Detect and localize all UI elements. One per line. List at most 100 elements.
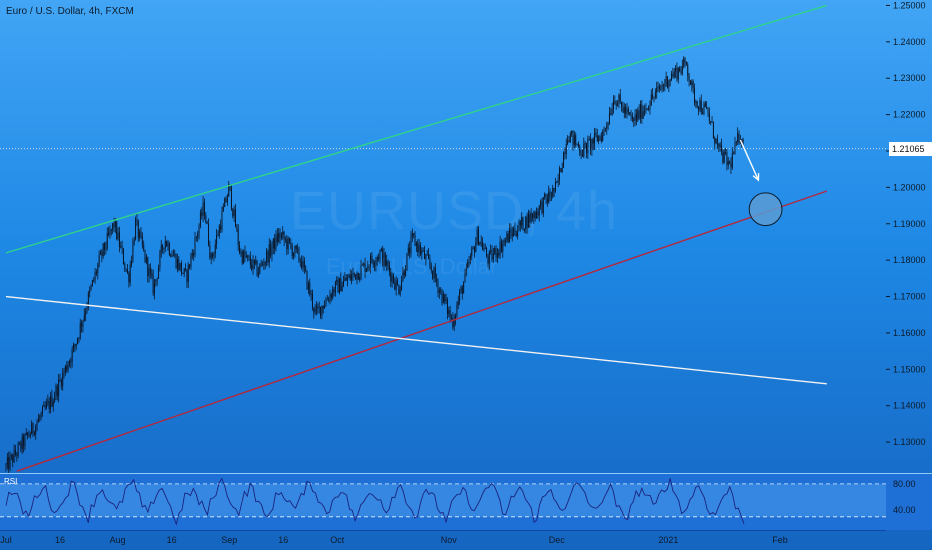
candle-body bbox=[52, 401, 54, 407]
candle-body bbox=[608, 113, 610, 123]
candle-body bbox=[664, 84, 666, 87]
candle-body bbox=[295, 245, 297, 249]
candle-body bbox=[143, 245, 145, 250]
candle-body bbox=[696, 101, 698, 107]
candle-body bbox=[498, 252, 500, 256]
candle-body bbox=[395, 280, 397, 290]
candle-body bbox=[640, 104, 641, 119]
candle-body bbox=[453, 320, 455, 328]
candle-body bbox=[338, 278, 340, 293]
candle-body bbox=[178, 259, 180, 270]
candle-body bbox=[260, 263, 262, 265]
candle-body bbox=[730, 162, 732, 168]
candle-body bbox=[494, 248, 496, 254]
candle-body bbox=[247, 255, 249, 258]
candle-body bbox=[322, 305, 324, 309]
candle-body bbox=[306, 270, 308, 290]
candle-body bbox=[623, 107, 625, 113]
candle-body bbox=[124, 264, 126, 269]
candle-body bbox=[559, 168, 560, 180]
candle-body bbox=[437, 282, 439, 293]
candle-body bbox=[272, 238, 274, 248]
candle-body bbox=[645, 108, 647, 111]
candle-body bbox=[479, 242, 481, 245]
candle-body bbox=[240, 251, 242, 254]
candle-body bbox=[677, 67, 679, 80]
candle-body bbox=[50, 395, 52, 409]
candle-body bbox=[581, 154, 583, 157]
candle-body bbox=[711, 122, 713, 123]
candle-body bbox=[37, 418, 39, 423]
candle-body bbox=[110, 229, 112, 231]
candle-body bbox=[599, 136, 601, 138]
candle-body bbox=[100, 251, 101, 255]
candle-body bbox=[715, 138, 717, 144]
candle-body bbox=[676, 67, 678, 80]
candle-body bbox=[333, 288, 335, 293]
candle-body bbox=[170, 254, 172, 257]
candle-body bbox=[634, 114, 636, 121]
candle-body bbox=[602, 132, 604, 142]
candle-body bbox=[325, 299, 327, 306]
x-tick-label: 16 bbox=[55, 535, 65, 545]
candle-body bbox=[39, 417, 41, 419]
candle-body bbox=[66, 365, 68, 371]
candle-body bbox=[700, 100, 702, 113]
candle-body bbox=[44, 405, 46, 408]
candle-body bbox=[298, 248, 300, 261]
candle-body bbox=[638, 110, 640, 119]
candle-body bbox=[14, 449, 16, 455]
candle-body bbox=[633, 118, 635, 121]
candle-body bbox=[561, 167, 563, 173]
candle-body bbox=[596, 135, 598, 142]
candle-body bbox=[310, 293, 312, 295]
candle-body bbox=[473, 247, 475, 253]
candle-body bbox=[78, 337, 80, 339]
candle-body bbox=[225, 198, 227, 203]
candle-body bbox=[607, 122, 609, 126]
candle-body bbox=[159, 252, 161, 268]
candle-body bbox=[679, 67, 681, 71]
candle-body bbox=[9, 456, 11, 470]
candle-body bbox=[583, 143, 585, 157]
candle-body bbox=[681, 65, 683, 74]
candle-body bbox=[41, 406, 43, 414]
candle-body bbox=[742, 138, 744, 143]
candle-body bbox=[23, 436, 25, 447]
candle-body bbox=[603, 129, 605, 133]
y-tick-label: 1.24000 bbox=[893, 37, 926, 47]
candle-body bbox=[35, 425, 37, 435]
candle-body bbox=[301, 261, 303, 269]
candle-body bbox=[321, 305, 323, 316]
candle-body bbox=[577, 143, 579, 147]
candle-body bbox=[313, 307, 315, 313]
candle-body bbox=[588, 139, 590, 140]
candle-body bbox=[571, 130, 573, 134]
candle-body bbox=[209, 245, 211, 258]
candle-body bbox=[592, 138, 594, 144]
candle-body bbox=[104, 243, 106, 250]
candle-body bbox=[217, 235, 219, 236]
y-tick-label: 1.17000 bbox=[893, 292, 926, 302]
candle-body bbox=[59, 379, 61, 381]
candle-body bbox=[721, 144, 722, 152]
candle-body bbox=[186, 270, 188, 282]
candle-body bbox=[17, 443, 19, 456]
y-tick-label: 1.18000 bbox=[893, 255, 926, 265]
candle-body bbox=[564, 152, 566, 155]
candle-body bbox=[90, 285, 92, 290]
candle-body bbox=[268, 244, 270, 263]
candle-body bbox=[729, 161, 731, 163]
candle-body bbox=[587, 139, 589, 154]
candle-body bbox=[727, 161, 729, 165]
candle-body bbox=[483, 248, 485, 250]
candle-body bbox=[73, 344, 74, 350]
candle-body bbox=[164, 241, 166, 248]
candle-body bbox=[343, 280, 344, 287]
candle-body bbox=[723, 152, 725, 163]
candle-body bbox=[586, 142, 587, 154]
candle-body bbox=[398, 285, 400, 294]
candle-body bbox=[12, 454, 14, 463]
x-tick-label: Nov bbox=[441, 535, 458, 545]
candle-body bbox=[120, 246, 122, 248]
